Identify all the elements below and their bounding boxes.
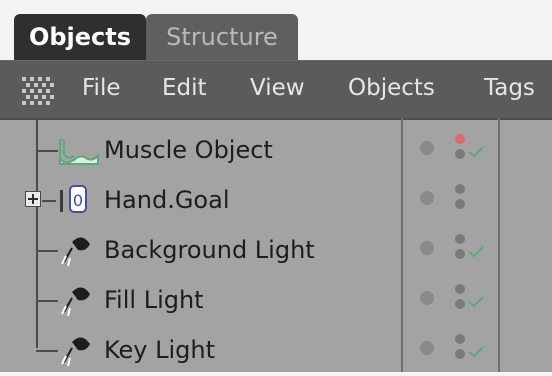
object-row-muscle[interactable]: Muscle Object	[0, 126, 552, 176]
object-row-fill-light[interactable]: Fill Light	[0, 276, 552, 326]
menu-tags[interactable]: Tags	[484, 75, 535, 101]
object-row-background-light[interactable]: Background Light	[0, 226, 552, 276]
editor-visibility-dot[interactable]	[420, 241, 434, 255]
editor-visibility-dot[interactable]	[420, 341, 434, 355]
hierarchy-line	[36, 250, 58, 252]
hierarchy-line	[36, 150, 58, 152]
editor-render-dot[interactable]	[455, 134, 465, 144]
enabled-check-icon[interactable]	[467, 296, 485, 308]
light-icon	[56, 334, 100, 368]
object-name[interactable]: Muscle Object	[104, 136, 273, 164]
light-icon	[56, 234, 100, 268]
editor-render-dot[interactable]	[455, 334, 465, 344]
object-row-hand-goal[interactable]: 0 Hand.Goal	[0, 176, 552, 226]
expand-toggle-icon[interactable]	[25, 191, 41, 207]
menu-edit[interactable]: Edit	[162, 75, 207, 101]
render-visibility-dot[interactable]	[455, 249, 465, 259]
editor-visibility-dot[interactable]	[420, 291, 434, 305]
editor-render-dot[interactable]	[455, 184, 465, 194]
menu-bar: File Edit View Objects Tags	[0, 60, 552, 118]
object-manager-panel: Objects Structure File Edit View Objects…	[0, 0, 552, 372]
tab-objects[interactable]: Objects	[14, 14, 146, 60]
render-visibility-dot[interactable]	[455, 299, 465, 309]
editor-render-dot[interactable]	[455, 284, 465, 294]
object-name[interactable]: Fill Light	[104, 286, 204, 314]
tab-strip: Objects Structure	[0, 0, 552, 64]
svg-text:0: 0	[73, 191, 83, 210]
menu-view[interactable]: View	[250, 75, 305, 101]
object-name[interactable]: Background Light	[104, 236, 315, 264]
muscle-object-icon	[56, 134, 100, 168]
menu-objects[interactable]: Objects	[348, 75, 435, 101]
editor-visibility-dot[interactable]	[420, 191, 434, 205]
render-visibility-dot[interactable]	[455, 149, 465, 159]
null-object-icon: 0	[56, 184, 100, 218]
hierarchy-line	[36, 300, 58, 302]
hierarchy-line	[36, 350, 58, 352]
tab-structure[interactable]: Structure	[146, 14, 298, 60]
grip-handle-icon[interactable]	[22, 77, 58, 105]
menu-file[interactable]: File	[82, 75, 121, 101]
enabled-check-icon[interactable]	[467, 146, 485, 158]
editor-render-dot[interactable]	[455, 234, 465, 244]
editor-visibility-dot[interactable]	[420, 141, 434, 155]
enabled-check-icon[interactable]	[467, 246, 485, 258]
hierarchy-line	[42, 200, 56, 202]
object-name[interactable]: Key Light	[104, 336, 215, 364]
render-visibility-dot[interactable]	[455, 349, 465, 359]
light-icon	[56, 284, 100, 318]
enabled-check-icon[interactable]	[467, 346, 485, 358]
object-name[interactable]: Hand.Goal	[104, 186, 229, 214]
render-visibility-dot[interactable]	[455, 199, 465, 209]
object-row-key-light[interactable]: Key Light	[0, 326, 552, 376]
